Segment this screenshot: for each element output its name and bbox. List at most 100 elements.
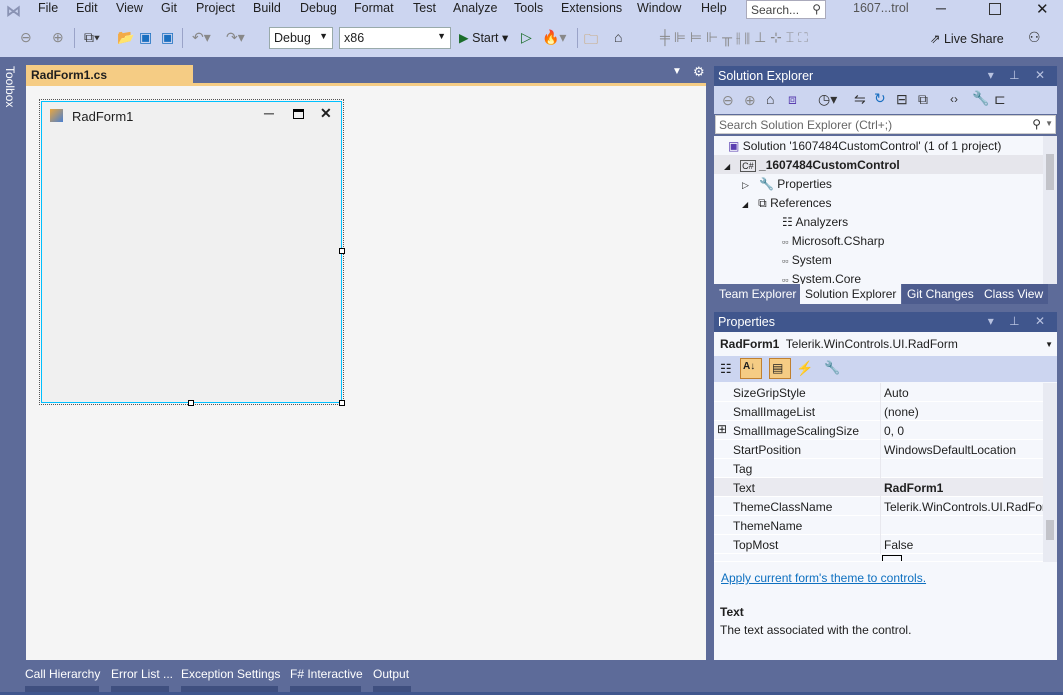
property-value[interactable]: WindowsDefaultLocation	[884, 443, 1043, 457]
start-without-debugging-icon[interactable]: ▷	[521, 29, 532, 46]
menu-view[interactable]: View	[116, 1, 143, 15]
tab-call-hierarchy[interactable]: Call Hierarchy	[25, 667, 100, 681]
feedback-icon[interactable]: ⚇	[1028, 29, 1041, 46]
tab-error-list[interactable]: Error List ...	[111, 667, 173, 681]
property-row[interactable]: StartPosition WindowsDefaultLocation	[714, 440, 1043, 459]
categorized-icon[interactable]: ☷	[720, 361, 732, 377]
start-button[interactable]: ▶ Start ▾	[459, 30, 508, 45]
tab-exception-settings[interactable]: Exception Settings	[181, 667, 280, 681]
menu-build[interactable]: Build	[253, 1, 281, 15]
tab-class-view[interactable]: Class View	[979, 284, 1049, 304]
close-icon[interactable]: ✕	[320, 105, 332, 122]
new-item-icon[interactable]: ⧉▾	[84, 29, 100, 46]
platform-select[interactable]: x86 ▼	[339, 27, 451, 49]
property-row[interactable]: ThemeClassName Telerik.WinControls.UI.Rad…	[714, 497, 1043, 516]
tab-team-explorer[interactable]: Team Explorer	[714, 284, 801, 304]
property-row[interactable]: SizeGripStyle Auto	[714, 383, 1043, 402]
menu-format[interactable]: Format	[354, 1, 394, 15]
properties-wrench-icon[interactable]: 🔧	[972, 90, 989, 107]
menu-extensions[interactable]: Extensions	[561, 1, 622, 15]
menu-tools[interactable]: Tools	[514, 1, 543, 15]
menu-help[interactable]: Help	[701, 1, 727, 15]
alphabetical-icon[interactable]: A↓	[740, 358, 762, 379]
tree-item-project[interactable]: ◢ C# _1607484CustomControl	[724, 155, 900, 174]
property-row[interactable]: Tag	[714, 459, 1043, 478]
tab-output[interactable]: Output	[373, 667, 409, 681]
solution-explorer-search[interactable]: Search Solution Explorer (Ctrl+;) ⚲ ▼	[715, 115, 1056, 134]
gear-icon[interactable]: ⚙	[693, 64, 705, 80]
events-lightning-icon[interactable]: ⚡	[796, 360, 813, 377]
search-box[interactable]: Search... ⚲	[746, 0, 826, 19]
tree-item-references[interactable]: ◢ ⧉ References	[742, 193, 831, 212]
maximize-icon[interactable]	[293, 109, 304, 119]
resize-handle-corner[interactable]	[339, 400, 345, 406]
toolbox-tab[interactable]: Toolbox	[3, 66, 17, 107]
live-share-button[interactable]: ⇗ Live Share	[930, 31, 1004, 46]
hot-reload-icon[interactable]: 🔥▾	[542, 29, 566, 46]
find-in-files-icon[interactable]: 🗀	[584, 29, 598, 53]
menu-edit[interactable]: Edit	[76, 1, 98, 15]
property-row[interactable]: ⊞ SmallImageScalingSize 0, 0	[714, 421, 1043, 440]
forward-icon[interactable]: ⊕	[744, 92, 756, 109]
property-row[interactable]: ThemeName	[714, 516, 1043, 535]
tab-dropdown-icon[interactable]: ▼	[672, 66, 682, 77]
tree-item-microsoft-csharp[interactable]: ▫▫ Microsoft.CSharp	[782, 231, 884, 250]
resize-handle-bottom[interactable]	[188, 400, 194, 406]
apply-theme-link[interactable]: Apply current form's theme to controls.	[721, 571, 926, 585]
property-scrollbar[interactable]	[1043, 383, 1057, 562]
collapse-all-icon[interactable]: ⊟	[896, 91, 908, 108]
show-all-files-icon[interactable]: ⧉	[918, 91, 928, 108]
tree-item-properties[interactable]: ▷ 🔧 Properties	[742, 174, 832, 193]
property-row[interactable]: Text RadForm1	[714, 478, 1043, 497]
tree-item-system-core[interactable]: ▫▫ System.Core	[782, 269, 861, 284]
undo-icon[interactable]: ↶▾	[192, 29, 211, 46]
menu-debug[interactable]: Debug	[300, 1, 337, 15]
visual-studio-logo-icon[interactable]: ⋈	[6, 2, 24, 20]
tree-scrollbar[interactable]	[1043, 136, 1057, 284]
back-icon[interactable]: ⊖	[722, 92, 734, 109]
redo-icon[interactable]: ↷▾	[226, 29, 245, 46]
switch-views-icon[interactable]: ⧈	[788, 91, 797, 108]
refresh-icon[interactable]: ↻	[874, 90, 886, 107]
align-grid-icon[interactable]: ╪ ⊫ ⊨ ⊩ ╥ ⫲ ⫴ ⊥ ⊹ ⌶ ⛶	[660, 29, 808, 46]
back-icon[interactable]: ⊖	[20, 29, 32, 46]
properties-view-icon[interactable]: ▤	[769, 358, 791, 379]
property-pages-wrench-icon[interactable]: 🔧	[824, 360, 840, 376]
tree-item-solution[interactable]: ▣ Solution '1607484CustomControl' (1 of …	[728, 136, 1001, 155]
menu-git[interactable]: Git	[161, 1, 177, 15]
close-icon[interactable]: ✕	[1036, 0, 1049, 18]
layout-icon[interactable]: ⌂	[614, 29, 622, 45]
tab-git-changes[interactable]: Git Changes	[902, 284, 979, 304]
menu-window[interactable]: Window	[637, 1, 681, 15]
tab-radform1-design[interactable]: RadForm1.cs [Design]⊸✕	[26, 65, 193, 96]
menu-test[interactable]: Test	[413, 1, 436, 15]
open-folder-icon[interactable]: 📂	[117, 29, 134, 46]
chevron-down-icon[interactable]: ▼	[1045, 119, 1053, 128]
panel-controls-icon[interactable]: ▾ ⊥ ✕	[988, 314, 1051, 328]
menu-project[interactable]: Project	[196, 1, 235, 15]
panel-controls-icon[interactable]: ▾ ⊥ ✕	[988, 68, 1051, 82]
tab-fsharp-interactive[interactable]: F# Interactive	[290, 667, 363, 681]
scrollbar-thumb[interactable]	[1046, 154, 1054, 190]
minimize-icon[interactable]: ─	[936, 0, 946, 16]
sync-icon[interactable]: ⇋	[854, 91, 866, 108]
forward-icon[interactable]: ⊕	[52, 29, 64, 46]
expand-icon[interactable]: ⊞	[717, 422, 727, 436]
maximize-icon[interactable]	[989, 3, 1001, 15]
property-value[interactable]: (none)	[884, 405, 1043, 419]
property-row[interactable]: TopMost False	[714, 535, 1043, 554]
property-value[interactable]: False	[884, 538, 1043, 552]
property-value[interactable]: 0, 0	[884, 424, 1043, 438]
property-value[interactable]: Telerik.WinControls.UI.RadForm	[884, 500, 1043, 514]
configuration-select[interactable]: Debug ▼	[269, 27, 333, 49]
save-icon[interactable]: ▣	[139, 29, 152, 46]
pending-changes-filter-icon[interactable]: ◷▾	[818, 91, 837, 108]
minimize-icon[interactable]: ─	[264, 105, 274, 121]
view-code-icon[interactable]: ‹›	[950, 92, 958, 106]
preview-icon[interactable]: ⊏	[994, 91, 1006, 108]
property-value[interactable]: RadForm1	[884, 481, 1043, 495]
resize-handle-right[interactable]	[339, 248, 345, 254]
tab-solution-explorer[interactable]: Solution Explorer	[800, 284, 902, 304]
menu-file[interactable]: File	[38, 1, 58, 15]
save-all-icon[interactable]: ▣	[161, 29, 174, 46]
